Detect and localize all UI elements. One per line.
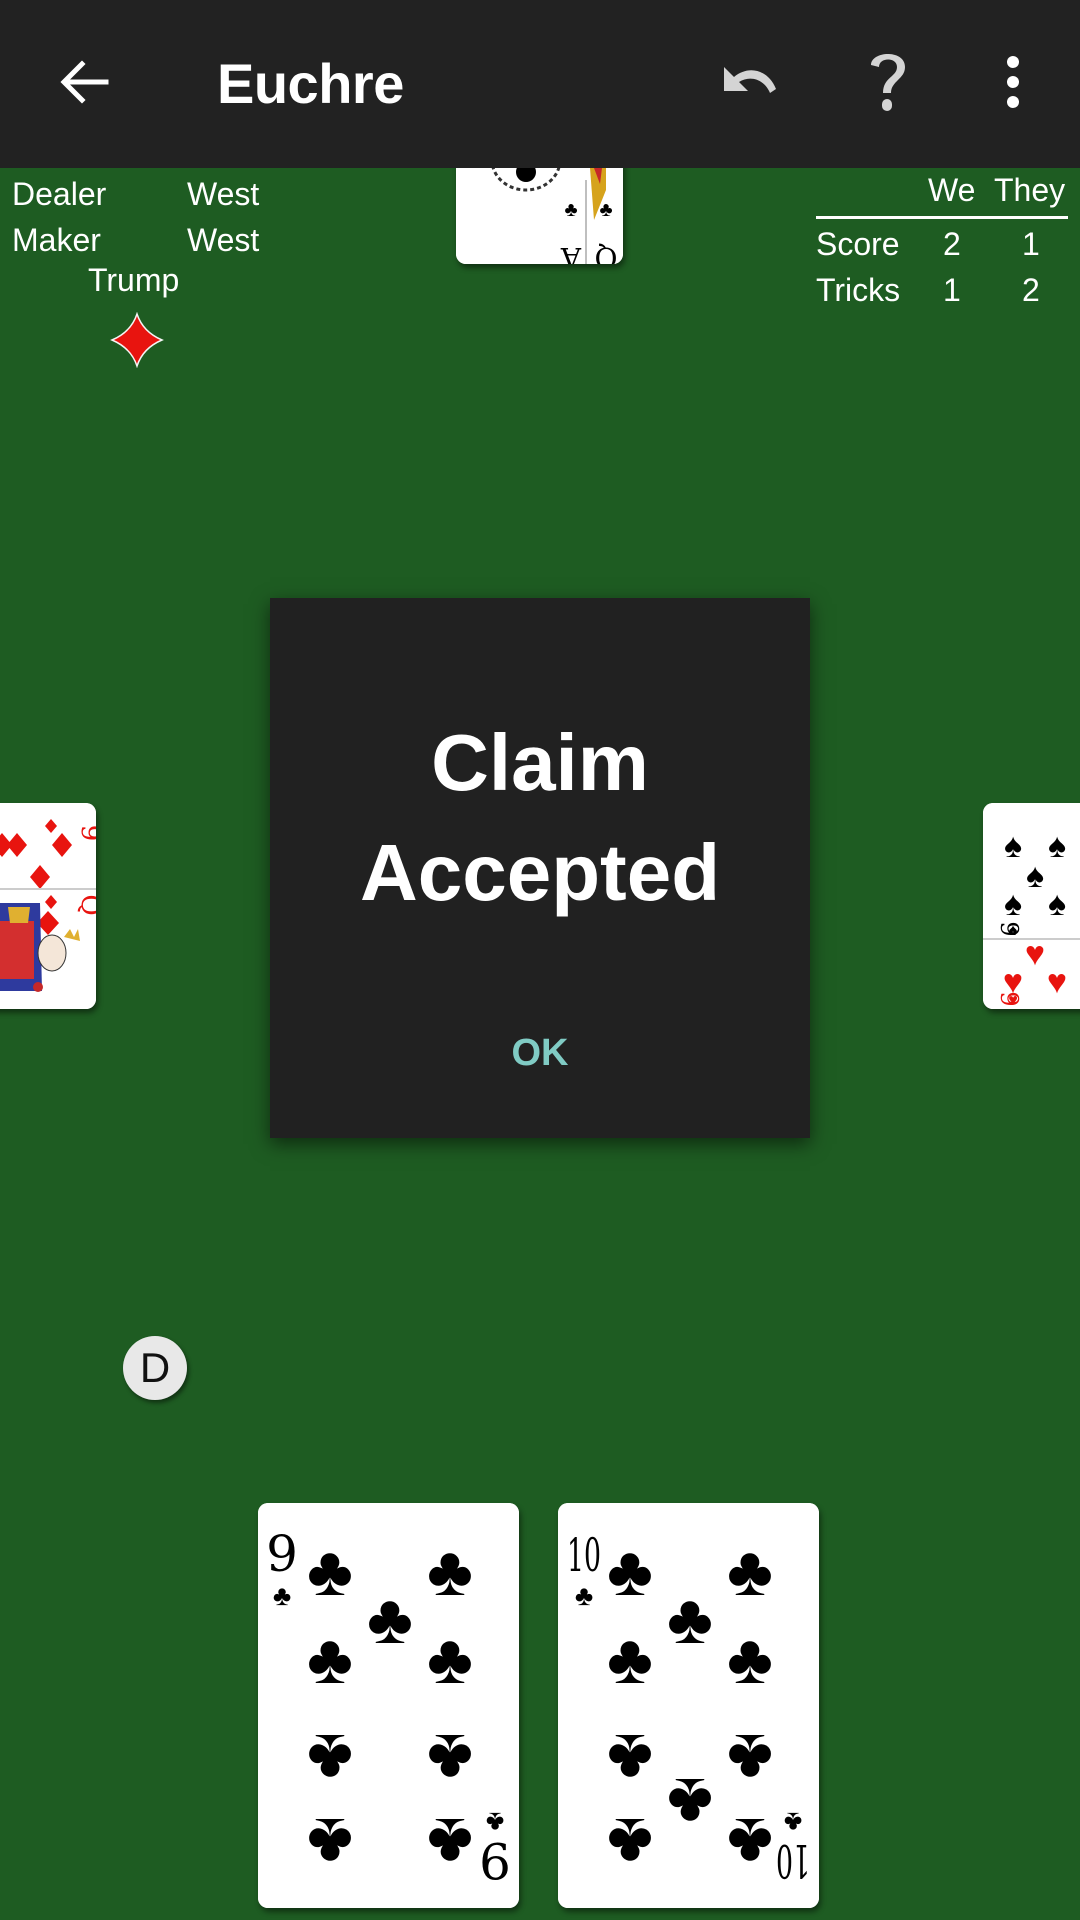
help-icon [863,47,913,122]
tricks-they-value: 2 [1022,272,1040,308]
trump-label: Trump [88,262,180,298]
svg-text:♣: ♣ [367,1580,413,1658]
svg-text:♣: ♣ [575,1580,593,1611]
svg-text:♥: ♥ [1025,935,1045,973]
svg-text:♣: ♣ [427,1532,473,1610]
svg-text:9: 9 [479,1831,511,1889]
svg-text:Q: Q [75,894,96,915]
svg-text:♥: ♥ [1047,963,1067,1001]
svg-text:♥: ♥ [1008,992,1018,1009]
svg-text:10: 10 [776,1834,810,1888]
dealer-value: West [187,176,260,212]
svg-text:♠: ♠ [1009,922,1018,939]
svg-text:♣: ♣ [307,1620,353,1698]
undo-icon [710,57,780,112]
east-card-stack: ♠ ♠ ♠ ♠ ♠ 9 ♠ ♥ ♥ ♥ 9 ♥ [983,803,1080,1009]
maker-label: Maker [12,222,101,258]
app-bar: Euchre [0,0,1080,168]
svg-text:♠: ♠ [1004,827,1022,865]
maker-value: West [187,222,260,258]
more-options-button[interactable] [973,44,1053,124]
tricks-we-value: 1 [943,272,961,308]
score-divider [816,216,1068,219]
svg-text:♣: ♣ [427,1720,473,1798]
score-they-value: 1 [1022,226,1040,262]
hand-card-9-clubs[interactable]: 9 ♣ ♣ ♣ ♣ ♣ ♣ ♣ ♣ ♣ ♣ 9 ♣ [258,1503,519,1908]
hand-card-10-clubs[interactable]: 10 ♣ ♣ ♣ ♣ ♣ ♣ ♣ ♣ ♣ ♣ ♣ 10 ♣ [558,1503,819,1908]
card-rank: 10 [567,1528,601,1582]
svg-text:♣: ♣ [486,1807,504,1838]
svg-text:♣: ♣ [667,1764,713,1842]
score-row-label: Score [816,226,900,262]
app-title: Euchre [217,52,404,115]
svg-text:♣: ♣ [307,1804,353,1882]
svg-text:♣: ♣ [599,199,612,221]
svg-text:♣: ♣ [307,1720,353,1798]
svg-text:♣: ♣ [607,1532,653,1610]
tricks-row-label: Tricks [816,272,901,308]
svg-text:♠: ♠ [1048,885,1066,923]
svg-text:♣: ♣ [727,1720,773,1798]
trump-diamond-icon [110,311,164,369]
svg-text:♣: ♣ [427,1804,473,1882]
north-card-1-rank: A [560,241,582,264]
score-we-value: 2 [943,226,961,262]
undo-button[interactable] [705,44,785,124]
svg-text:♣: ♣ [607,1804,653,1882]
claim-dialog: Claim Accepted OK [270,598,810,1138]
svg-text:♣: ♣ [727,1620,773,1698]
svg-text:♣: ♣ [607,1720,653,1798]
help-button[interactable] [848,44,928,124]
back-button[interactable] [44,44,124,124]
score-header-we: We [928,172,976,208]
arrow-left-icon [56,54,112,115]
svg-text:♣: ♣ [307,1532,353,1610]
svg-text:♣: ♣ [667,1580,713,1658]
dialog-message: Claim Accepted [270,708,810,928]
svg-text:♣: ♣ [784,1807,802,1838]
svg-text:9: 9 [75,825,96,842]
more-vert-icon [1003,54,1023,115]
ok-button[interactable]: OK [490,1018,590,1088]
dealer-marker: D [123,1336,187,1400]
north-card-2-rank: Q [595,241,618,264]
svg-text:♣: ♣ [727,1804,773,1882]
svg-text:♣: ♣ [273,1580,291,1611]
dialog-message-line-1: Claim [431,718,649,807]
svg-text:♣: ♣ [607,1620,653,1698]
svg-text:♠: ♠ [1048,827,1066,865]
svg-text:♠: ♠ [1004,885,1022,923]
west-card-stack: 9 Q [0,803,96,1009]
svg-text:♣: ♣ [427,1620,473,1698]
score-header-they: They [994,172,1066,208]
dialog-message-line-2: Accepted [359,828,721,917]
dealer-label: Dealer [12,176,107,212]
svg-text:♣: ♣ [564,199,577,221]
svg-text:♣: ♣ [727,1532,773,1610]
svg-text:♠: ♠ [1026,857,1044,895]
card-rank: 9 [266,1525,298,1583]
